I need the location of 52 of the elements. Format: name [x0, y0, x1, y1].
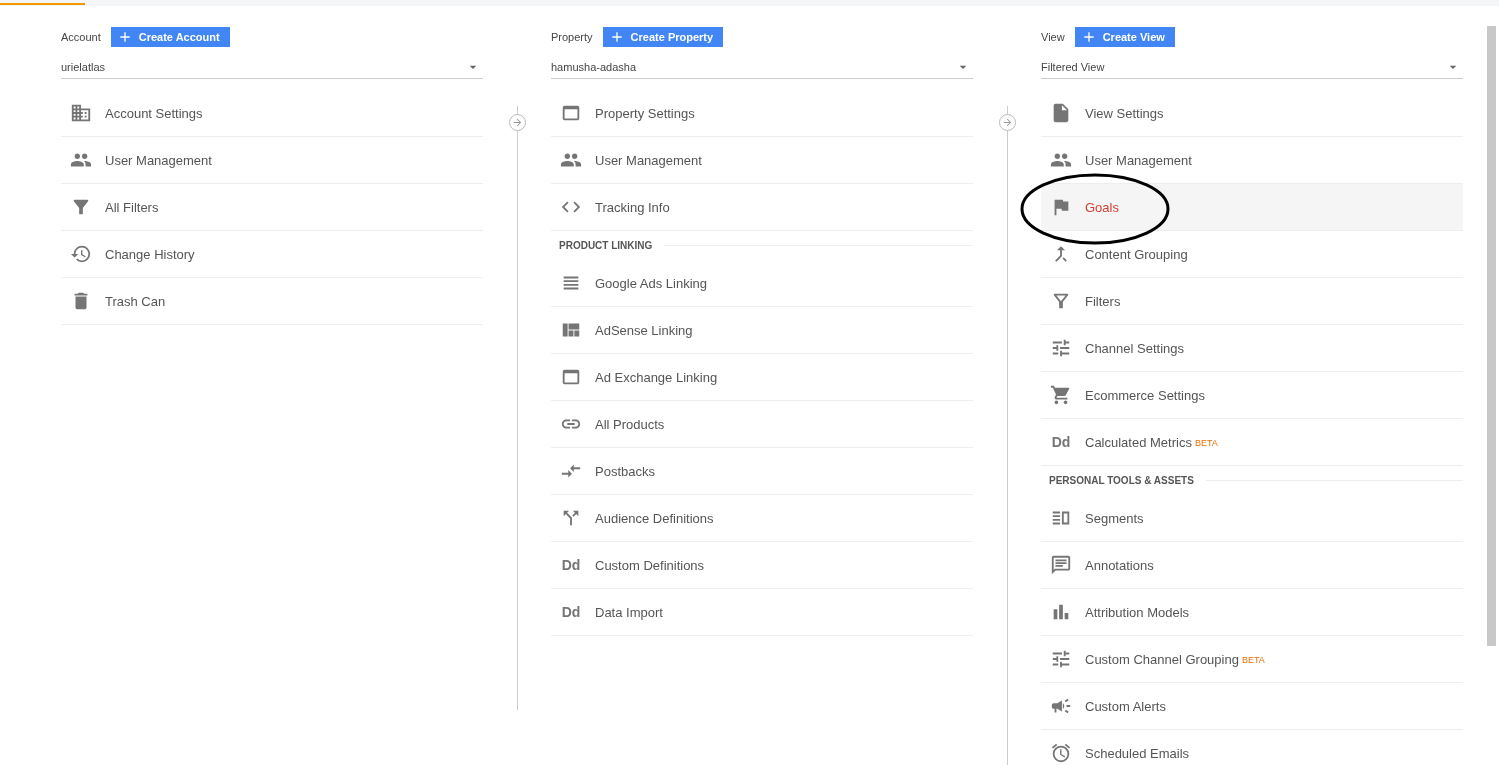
- menu-item[interactable]: Dd Data Import: [551, 589, 973, 636]
- menu-item[interactable]: AdSense Linking: [551, 307, 973, 354]
- beta-label: BETA: [1241, 654, 1265, 665]
- scrollbar[interactable]: [1486, 26, 1496, 646]
- menu-item[interactable]: Custom Alerts: [1041, 683, 1463, 730]
- menu-item[interactable]: Ecommerce Settings: [1041, 372, 1463, 419]
- create-button[interactable]: Create View: [1074, 27, 1175, 47]
- menu-item[interactable]: Attribution Models: [1041, 589, 1463, 636]
- arrow-circle-icon: [508, 114, 526, 131]
- chat-icon: [1049, 554, 1073, 576]
- menu-item[interactable]: Change History: [61, 231, 483, 278]
- dropdown[interactable]: urielatlas: [61, 56, 483, 79]
- clock-icon: [1049, 742, 1073, 764]
- menu-item[interactable]: Channel Settings: [1041, 325, 1463, 372]
- dd-icon: Dd: [559, 604, 583, 620]
- menu-item[interactable]: Annotations: [1041, 542, 1463, 589]
- history-icon: [69, 243, 93, 265]
- menu-item[interactable]: Audience Definitions: [551, 495, 973, 542]
- menu-item[interactable]: Goals: [1041, 184, 1463, 231]
- menu-item[interactable]: Postbacks: [551, 448, 973, 495]
- building-icon: [69, 102, 93, 124]
- menu-item[interactable]: Scheduled Emails: [1041, 730, 1463, 765]
- menu-item[interactable]: Trash Can: [61, 278, 483, 325]
- menu-item[interactable]: Filters: [1041, 278, 1463, 325]
- menu-item[interactable]: View Settings: [1041, 90, 1463, 137]
- column-label: Account: [61, 31, 101, 43]
- menu-item[interactable]: Property Settings: [551, 90, 973, 137]
- menu-item[interactable]: Content Grouping: [1041, 231, 1463, 278]
- dropdown[interactable]: Filtered View: [1041, 56, 1463, 79]
- menu-item[interactable]: Ad Exchange Linking: [551, 354, 973, 401]
- menu-item[interactable]: Google Ads Linking: [551, 260, 973, 307]
- create-button[interactable]: Create Account: [110, 27, 230, 47]
- dropdown[interactable]: hamusha-adasha: [551, 56, 973, 79]
- section-heading: PRODUCT LINKING: [559, 240, 653, 251]
- menu-item[interactable]: Dd Calculated Metrics BETA: [1041, 419, 1463, 466]
- arrow-circle-icon: [998, 114, 1016, 131]
- section-heading: PERSONAL TOOLS & ASSETS: [1049, 475, 1194, 486]
- menu-item[interactable]: All Products: [551, 401, 973, 448]
- dd-icon: Dd: [1049, 434, 1073, 450]
- menu-item[interactable]: Segments: [1041, 495, 1463, 542]
- column-label: View: [1041, 31, 1065, 43]
- menu-item[interactable]: User Management: [551, 137, 973, 184]
- create-button[interactable]: Create Property: [602, 27, 724, 47]
- beta-label: BETA: [1194, 437, 1218, 448]
- menu-item[interactable]: All Filters: [61, 184, 483, 231]
- menu-item[interactable]: Custom Channel Grouping BETA: [1041, 636, 1463, 683]
- menu-item[interactable]: User Management: [61, 137, 483, 184]
- menu-item[interactable]: Dd Custom Definitions: [551, 542, 973, 589]
- column-label: Property: [551, 31, 593, 43]
- menu-item[interactable]: Account Settings: [61, 90, 483, 137]
- dd-icon: Dd: [559, 557, 583, 573]
- menu-item[interactable]: Tracking Info: [551, 184, 973, 231]
